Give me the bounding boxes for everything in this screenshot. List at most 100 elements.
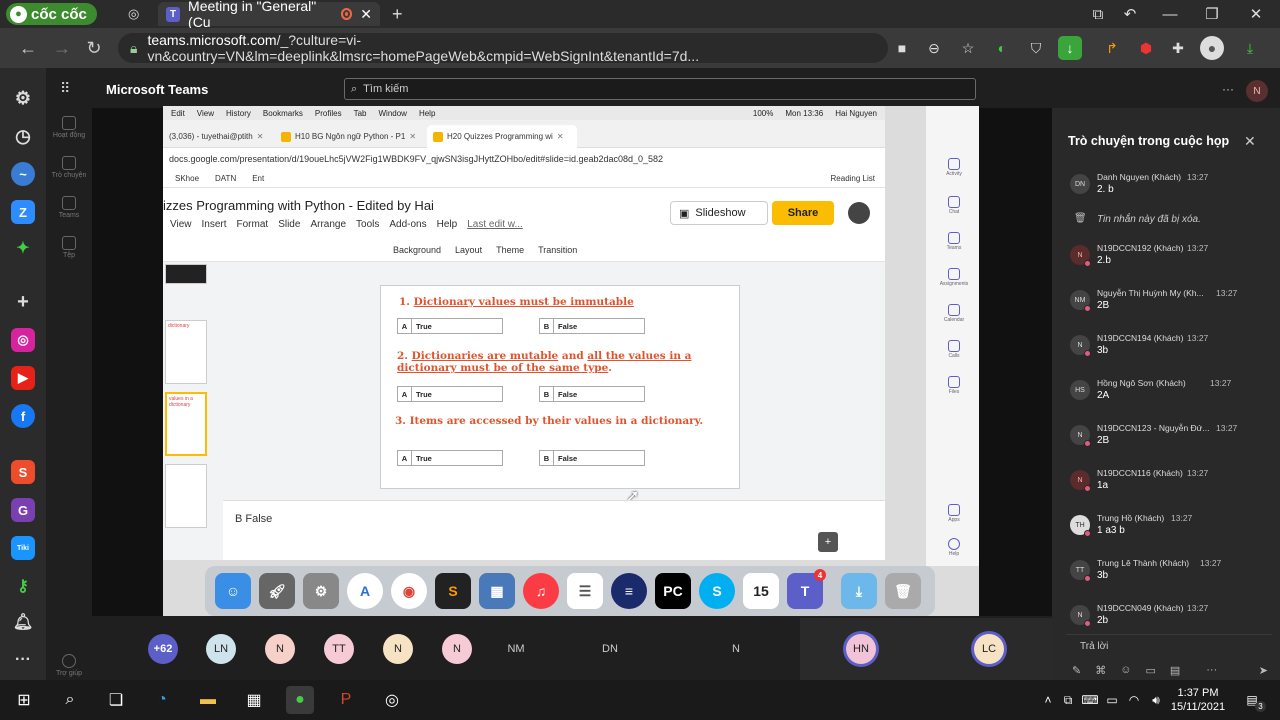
volume-icon[interactable]: 🔊︎ (1142, 686, 1170, 714)
downloads-icon[interactable]: ⤓ (1238, 36, 1262, 60)
puzzle-icon[interactable]: ✚ (1166, 36, 1190, 60)
coccoc-menu-button[interactable]: ● cốc cốc (6, 3, 97, 25)
format-icon[interactable]: ✎ (1072, 664, 1081, 677)
more-icon[interactable]: ··· (11, 648, 35, 672)
shopee-icon[interactable]: S (11, 460, 35, 484)
close-window-button[interactable]: ✕ (1234, 0, 1278, 28)
emoji-icon[interactable]: ☺ (1120, 664, 1131, 676)
transition-button[interactable]: Transition (538, 245, 577, 255)
menu-tools[interactable]: Tools (356, 219, 379, 230)
search-input[interactable]: ⌕ Tìm kiếm (344, 78, 976, 100)
messenger-icon[interactable]: ~ (11, 162, 35, 186)
profile-avatar[interactable]: ● (1200, 36, 1224, 60)
docs-avatar[interactable] (848, 202, 870, 224)
bookmark-star-icon[interactable]: ☆ (956, 36, 980, 60)
tiki-icon[interactable]: Tiki (11, 536, 35, 560)
bookmark[interactable]: SKhoe (175, 174, 199, 183)
history-icon[interactable]: ◷ (11, 124, 35, 148)
system-clock[interactable]: 1:37 PM 15/11/2021 (1168, 686, 1228, 714)
theme-button[interactable]: Theme (496, 245, 524, 255)
arrow-extension-icon[interactable]: ↱ (1100, 36, 1124, 60)
powerpoint-icon[interactable]: P (332, 686, 360, 714)
participant-avatar[interactable]: LN (206, 634, 236, 664)
instagram-icon[interactable]: ◎ (11, 328, 35, 352)
minimize-button[interactable]: — (1148, 0, 1192, 28)
close-icon[interactable]: ✕ (409, 132, 416, 141)
menu-insert[interactable]: Insert (202, 219, 227, 230)
rail-teams[interactable]: Teams (46, 196, 92, 219)
menu-help[interactable]: Help (437, 219, 458, 230)
back-arrow-icon[interactable]: ↶ (1108, 0, 1152, 28)
settings-gear-icon[interactable]: ⚙ (11, 86, 35, 110)
docs-url-field[interactable]: docs.google.com/presentation/d/19oueLhc5… (163, 148, 885, 170)
doc-title[interactable]: izzes Programming with Python - Edited b… (163, 198, 434, 213)
close-icon[interactable]: ✕ (557, 132, 564, 141)
add-comment-icon[interactable]: + (818, 532, 838, 552)
participant-avatar[interactable]: N (265, 634, 295, 664)
reload-icon[interactable]: ↻ (82, 36, 106, 60)
gif-icon[interactable]: ▭ (1145, 664, 1155, 677)
slide-thumbnail[interactable]: dictionary (165, 320, 207, 384)
participant-avatar-speaking[interactable]: LC (974, 634, 1004, 664)
sticker-icon[interactable]: ▤ (1170, 664, 1180, 677)
maximize-button[interactable]: ❐ (1190, 0, 1234, 28)
browser-tab-inactive[interactable]: ◎ (120, 2, 147, 26)
slide-thumbnail[interactable] (165, 464, 207, 528)
zoom-out-icon[interactable]: ⊖ (922, 36, 946, 60)
chrome-tab-quizzes[interactable]: H20 Quizzes Programming wi ✕ (427, 125, 577, 148)
presenter-avatar[interactable]: HN (846, 634, 876, 664)
store-icon[interactable]: ▦ (240, 686, 268, 714)
moon-extension-icon[interactable]: ◐ (990, 36, 1014, 60)
share-button[interactable]: Share (772, 201, 834, 225)
browser-tab-teams[interactable]: T Meeting in "General" (Cu ✕ (158, 0, 380, 30)
download-extension-icon[interactable]: ↓ (1058, 36, 1082, 60)
participant-avatar[interactable]: DN (595, 634, 625, 664)
participant-avatar[interactable]: TT (324, 634, 354, 664)
notification-bell-icon[interactable]: 🔔︎ (11, 610, 35, 634)
facebook-icon[interactable]: f (11, 404, 35, 428)
coccoc-taskbar-icon[interactable]: ● (286, 686, 314, 714)
app-launcher-icon[interactable]: ⠿ (60, 80, 70, 97)
reading-list[interactable]: Reading List (831, 174, 875, 183)
participant-avatar[interactable]: N (383, 634, 413, 664)
close-chat-icon[interactable]: ✕ (1244, 133, 1256, 150)
gamepad-icon[interactable]: ✦ (11, 236, 35, 260)
more-options-icon[interactable]: ··· (1222, 82, 1234, 96)
back-icon[interactable]: ← (16, 36, 40, 60)
reply-input[interactable]: Trả lời (1066, 634, 1272, 658)
participant-avatar[interactable]: N (721, 634, 751, 664)
slide-thumbnail-selected[interactable]: values in a dictionary (165, 392, 207, 456)
game-icon[interactable]: G (11, 498, 35, 522)
task-view-icon[interactable]: ❏ (102, 686, 130, 714)
background-button[interactable]: Background (393, 245, 441, 255)
layout-button[interactable]: Layout (455, 245, 482, 255)
chrome-tab-gmail[interactable]: (3,036) - tuyethai@ptith ✕ (163, 125, 273, 148)
participant-avatar[interactable]: NM (501, 634, 531, 664)
rail-activity[interactable]: Hoạt động (46, 116, 92, 139)
user-avatar[interactable]: N (1246, 80, 1268, 102)
more-compose-icon[interactable]: ··· (1206, 664, 1217, 676)
menu-slide[interactable]: Slide (278, 219, 300, 230)
menu-arrange[interactable]: Arrange (310, 219, 346, 230)
windows-start-icon[interactable]: ⊞ (10, 686, 38, 714)
record-extension-icon[interactable]: ⬢ (1134, 36, 1158, 60)
menu-view[interactable]: View (170, 219, 192, 230)
last-edit-link[interactable]: Last edit w... (467, 219, 523, 230)
camera-icon[interactable]: ■ (890, 36, 914, 60)
url-field[interactable]: 🔒︎ teams.microsoft.com/_?culture=vi-vn&c… (118, 32, 888, 64)
attach-icon[interactable]: ⌘ (1095, 664, 1106, 677)
more-participants-badge[interactable]: +62 (148, 634, 178, 664)
close-icon[interactable]: ✕ (257, 132, 264, 141)
menu-addons[interactable]: Add-ons (389, 219, 426, 230)
new-tab-button[interactable]: + (384, 2, 411, 26)
notification-center-icon[interactable]: ▤ 3 (1238, 686, 1266, 714)
add-panel-icon[interactable]: + (11, 290, 35, 314)
key-icon[interactable]: ⚷ (11, 574, 35, 598)
participant-avatar[interactable]: N (442, 634, 472, 664)
obs-icon[interactable]: ◎ (378, 686, 406, 714)
bookmark[interactable]: DATN (215, 174, 236, 183)
rail-files[interactable]: Tệp (46, 236, 92, 259)
rail-help[interactable]: Trợ giúp (46, 654, 92, 677)
forward-icon[interactable]: → (50, 36, 74, 60)
youtube-icon[interactable]: ▶ (11, 366, 35, 390)
